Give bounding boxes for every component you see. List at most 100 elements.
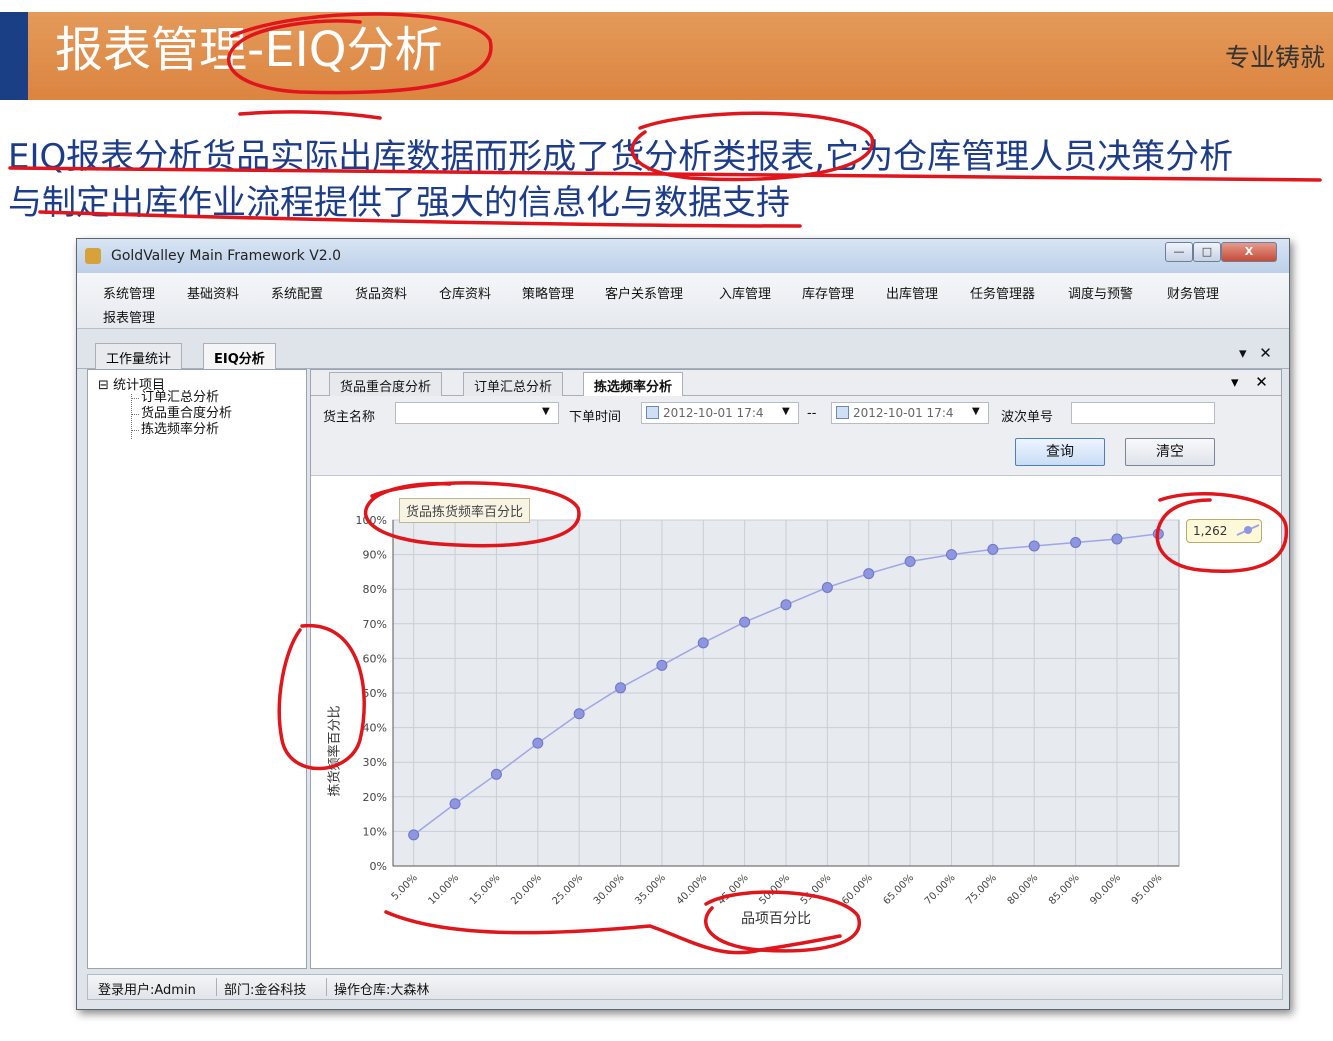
tree-item-pick-frequency[interactable]: 拣选频率分析 [131,422,219,437]
x-tick-label: 80.00% [1006,872,1041,907]
data-point [408,829,420,841]
filter-area: 货主名称 ▼ 下单时间 2012-10-01 17:4 ▼ -- 2012-10… [311,396,1281,476]
menu-item-goods[interactable]: 货品资料 [355,283,407,302]
date-from-checkbox[interactable] [646,406,659,419]
x-tick-label: 85.00% [1047,872,1082,907]
menu-item-task-manager[interactable]: 任务管理器 [970,283,1035,302]
menu-item-outbound[interactable]: 出库管理 [886,283,938,302]
tree-item-goods-overlap[interactable]: 货品重合度分析 [131,406,232,421]
menu-item-inbound[interactable]: 入库管理 [719,283,771,302]
status-user: 登录用户:Admin [98,983,196,998]
app-window: GoldValley Main Framework V2.0 — □ X 系统管… [76,238,1290,1010]
data-point [532,737,544,749]
y-tick-label: 100% [356,514,387,527]
owner-name-select[interactable]: ▼ [395,402,559,424]
y-tick-label: 70% [363,618,387,631]
chevron-down-icon[interactable]: ▼ [542,406,550,417]
y-tick-label: 0% [370,860,387,873]
analysis-panel: 货品重合度分析 订单汇总分析 拣选频率分析 ▾ ✕ 货主名称 ▼ 下单时间 20… [310,369,1282,969]
tab-pick-frequency[interactable]: 拣选频率分析 [583,372,684,396]
tree-item-order-summary[interactable]: 订单汇总分析 [131,390,219,405]
data-point [904,556,916,568]
wave-number-label: 波次单号 [1001,410,1054,425]
clear-button[interactable]: 清空 [1125,438,1215,466]
data-point [987,543,999,555]
wave-number-input[interactable] [1071,402,1215,424]
status-divider [216,978,217,996]
data-point [490,768,502,780]
data-point [615,682,627,694]
tab-workload-stats[interactable]: 工作量统计 [95,343,183,369]
x-tick-label: 90.00% [1088,872,1123,907]
x-tick-label: 95.00% [1130,872,1165,907]
x-tick-label: 45.00% [716,872,751,907]
data-point [1070,536,1082,548]
navigation-tree-panel: ⊟ 统计项目 订单汇总分析 货品重合度分析 拣选频率分析 [87,369,307,969]
chart-title: 货品拣货频率百分比 [399,498,531,523]
maximize-button[interactable]: □ [1193,242,1221,262]
status-department: 部门:金谷科技 [224,983,307,998]
y-tick-label: 10% [363,825,387,838]
analysis-tab-strip: 货品重合度分析 订单汇总分析 拣选频率分析 ▾ ✕ [311,370,1281,396]
date-range-separator: -- [807,406,817,421]
slide: 报表管理-EIQ分析 专业铸就 EIQ报表分析货品实际出库数据而形成了货分析类报… [0,0,1333,1041]
x-tick-label: 60.00% [840,872,875,907]
intro-line-1: EIQ报表分析货品实际出库数据而形成了货分析类报表,它为仓库管理人员决策分析 [8,137,1234,177]
page-title: 报表管理-EIQ分析 [55,22,443,78]
x-tick-label: 35.00% [633,872,668,907]
intro-line-2: 与制定出库作业流程提供了强大的信息化与数据支持 [8,183,790,223]
minimize-button[interactable]: — [1165,242,1193,262]
menu-item-warehouse[interactable]: 仓库资料 [439,283,491,302]
close-button[interactable]: X [1221,242,1277,262]
chart-tooltip: 1,262 [1186,519,1262,543]
window-titlebar[interactable]: GoldValley Main Framework V2.0 — □ X [77,239,1289,273]
menu-item-dispatch-alert[interactable]: 调度与预警 [1068,283,1133,302]
x-tick-label: 75.00% [964,872,999,907]
tab-eiq-analysis[interactable]: EIQ分析 [203,343,276,369]
y-tick-label: 40% [363,722,387,735]
menu-item-crm[interactable]: 客户关系管理 [605,283,683,302]
tab-order-summary[interactable]: 订单汇总分析 [463,372,564,396]
menu-bar: 系统管理 基础资料 系统配置 货品资料 仓库资料 策略管理 客户关系管理 入库管… [77,273,1289,329]
date-to-value: 2012-10-01 17:4 [853,406,954,420]
tooltip-value: 1,262 [1193,524,1228,538]
menu-item-reports[interactable]: 报表管理 [103,307,155,326]
menu-item-inventory[interactable]: 库存管理 [802,283,854,302]
x-tick-label: 40.00% [675,872,710,907]
x-tick-label: 65.00% [881,872,916,907]
chevron-down-icon[interactable]: ▼ [972,406,980,417]
banner-accent-bar [0,12,28,100]
menu-item-system-config[interactable]: 系统配置 [271,283,323,302]
chart-area: 0% 10% 20% 30% 40% 50% 60% 70% 80% 90% 100% 5.00% 10… [311,476,1281,968]
y-tick-label: 30% [363,756,387,769]
menu-item-system[interactable]: 系统管理 [103,283,155,302]
doc-tab-controls[interactable]: ▾ ✕ [1239,344,1276,362]
annotation-underline-title [238,110,382,120]
menu-item-basic-data[interactable]: 基础资料 [187,283,239,302]
x-tick-label: 30.00% [592,872,627,907]
data-point [780,599,792,611]
data-point [449,798,461,810]
tab-goods-overlap[interactable]: 货品重合度分析 [329,372,443,396]
y-tick-label: 20% [363,791,387,804]
date-from-value: 2012-10-01 17:4 [663,406,764,420]
query-button[interactable]: 查询 [1015,438,1105,466]
date-to-picker[interactable]: 2012-10-01 17:4 ▼ [831,402,989,424]
window-title: GoldValley Main Framework V2.0 [111,248,342,264]
pick-frequency-chart: 0% 10% 20% 30% 40% 50% 60% 70% 80% 90% 100% 5.00% 10… [356,514,1180,907]
chevron-down-icon[interactable]: ▼ [782,406,790,417]
x-tick-label: 25.00% [551,872,586,907]
data-point [945,549,957,561]
date-from-picker[interactable]: 2012-10-01 17:4 ▼ [641,402,799,424]
date-to-checkbox[interactable] [836,406,849,419]
y-tick-label: 80% [363,583,387,596]
analysis-tab-controls[interactable]: ▾ ✕ [1231,373,1274,391]
x-tick-label: 15.00% [468,872,503,907]
menu-item-finance[interactable]: 财务管理 [1167,283,1219,302]
data-point [573,708,585,720]
y-tick-label: 90% [363,549,387,562]
menu-item-strategy[interactable]: 策略管理 [522,283,574,302]
status-divider [326,978,327,996]
data-point [863,568,875,580]
status-bar: 登录用户:Admin 部门:金谷科技 操作仓库:大森林 [87,974,1283,1000]
